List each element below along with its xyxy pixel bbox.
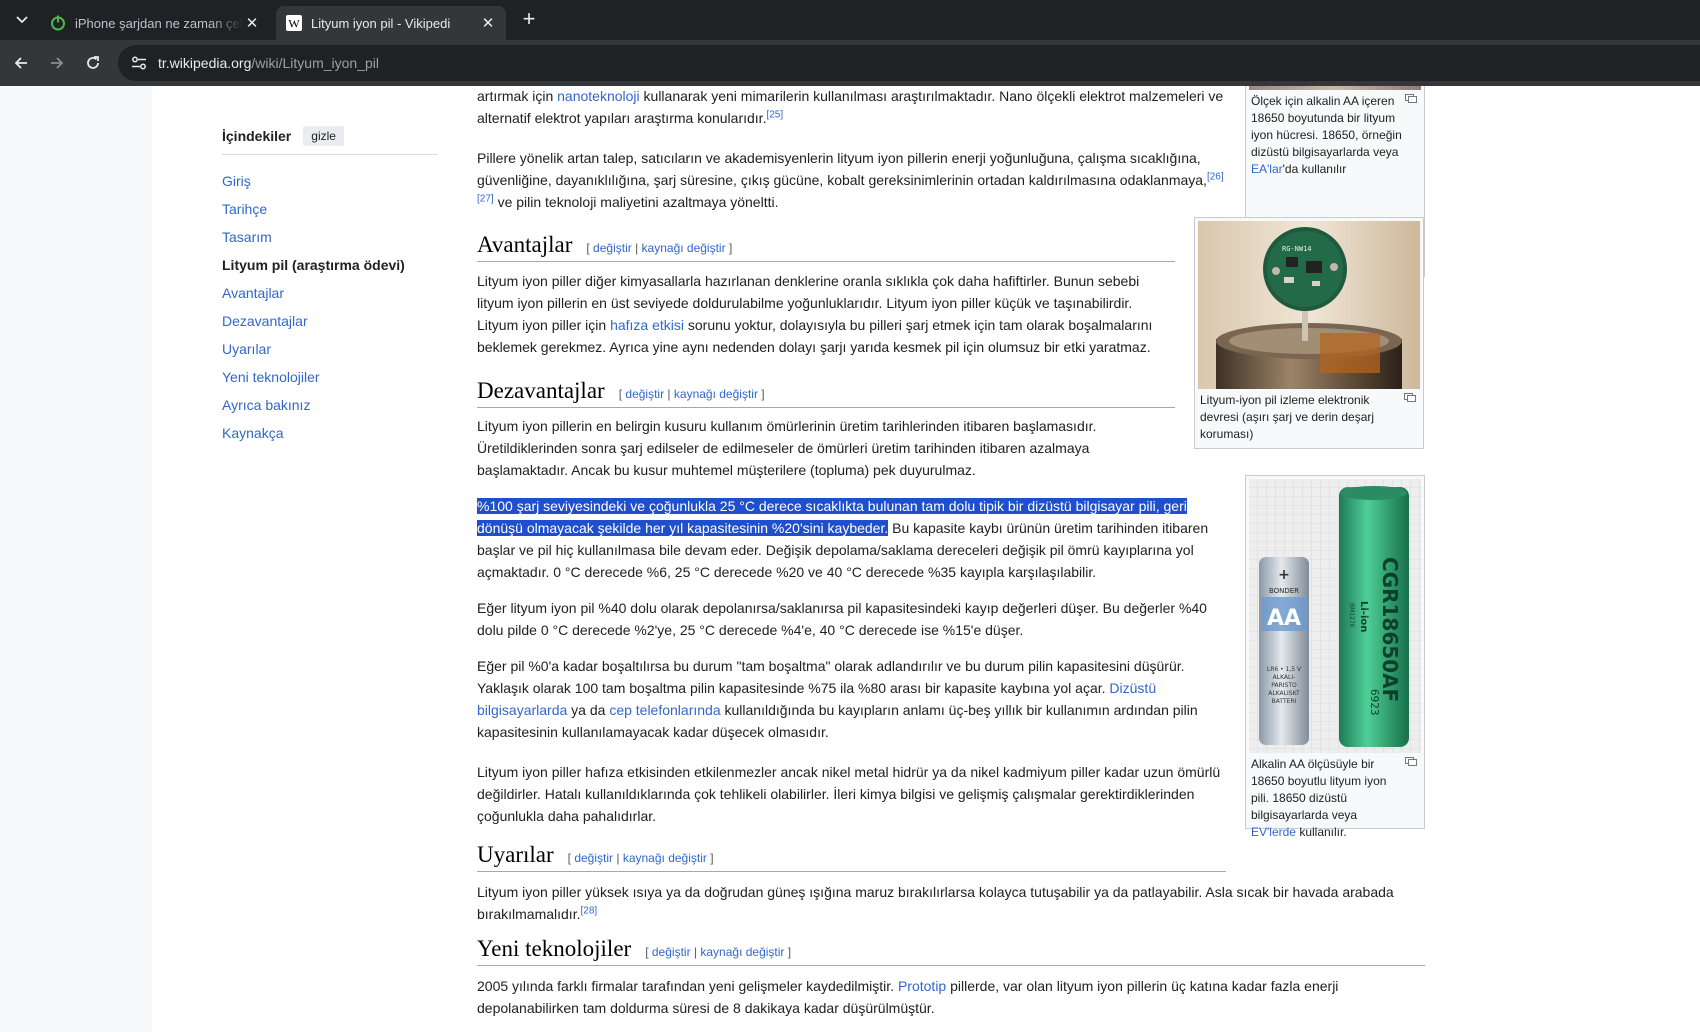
paragraph: Lityum iyon piller hafıza etkisinden etk… — [477, 764, 1221, 824]
site-info-icon[interactable] — [130, 54, 148, 72]
close-icon[interactable]: ✕ — [244, 15, 260, 32]
toc-item-uyarilar[interactable]: Uyarılar — [222, 335, 438, 363]
aa-small-text: PARISTO — [1271, 682, 1297, 689]
paragraph: %100 şarj seviyesindeki ve çoğunlukla 25… — [477, 498, 1209, 580]
toc-item-avantajlar[interactable]: Avantajlar — [222, 279, 438, 307]
aa-small-text: BATTERI — [1272, 698, 1297, 705]
reference[interactable]: [25] — [766, 109, 783, 120]
aa-plus-label: + — [1278, 567, 1290, 583]
reference[interactable]: [28] — [580, 905, 597, 916]
edit-source-link[interactable]: kaynağı değiştir — [700, 945, 784, 959]
link-ev-lerde[interactable]: EV'lerde — [1251, 825, 1296, 839]
tab-strip: iPhone şarjdan ne zaman çekilm ✕ W Lityu… — [0, 0, 1700, 40]
figure-protection-circuit: RG-NW14 Lityum-iyon pil izleme elektroni… — [1194, 217, 1424, 449]
address-bar[interactable]: tr.wikipedia.org/wiki/Lityum_iyon_pil — [118, 45, 1700, 81]
cell-batch-label: 6923 — [1368, 689, 1381, 716]
cell-model-label: CGR18650AF — [1378, 557, 1402, 702]
figure-caption: Lityum-iyon pil izleme elektronik devres… — [1198, 389, 1420, 445]
cell-sub-label: BM1270 — [1348, 603, 1355, 628]
toc-item-giris[interactable]: Giriş — [222, 167, 438, 195]
paragraph: Pillere yönelik artan talep, satıcıların… — [477, 150, 1224, 210]
aa-small-text: ALKALISKT — [1268, 690, 1300, 697]
link-hafiza-etkisi[interactable]: hafıza etkisi — [610, 317, 684, 333]
edit-source-link[interactable]: kaynağı değiştir — [642, 241, 726, 255]
toc-item-tarihce[interactable]: Tarihçe — [222, 195, 438, 223]
page-viewport: İçindekiler gizle Giriş Tarihçe Tasarım … — [0, 86, 1700, 1032]
toc-item-kaynakca[interactable]: Kaynakça — [222, 419, 438, 447]
heading-dezavantajlar: Dezavantajlar [ değiştir | kaynağı değiş… — [477, 379, 1175, 408]
reload-icon[interactable] — [82, 52, 104, 74]
aa-small-text: LR6 • 1,5 V — [1267, 666, 1302, 673]
figure-image[interactable]: + BONDER AA LR6 • 1,5 V ALKALI- PARISTO … — [1249, 479, 1421, 753]
magnify-icon[interactable] — [1405, 94, 1417, 103]
toolbar: tr.wikipedia.org/wiki/Lityum_iyon_pil — [0, 40, 1700, 86]
tab-iphone[interactable]: iPhone şarjdan ne zaman çekilm ✕ — [40, 6, 270, 40]
board-label: RG-NW14 — [1282, 245, 1312, 253]
table-of-contents: İçindekiler gizle Giriş Tarihçe Tasarım … — [222, 126, 438, 447]
edit-source-link[interactable]: kaynağı değiştir — [674, 387, 758, 401]
figure-caption: Alkalin AA ölçüsüyle bir 18650 boyutlu l… — [1249, 753, 1421, 843]
link-prototip[interactable]: Prototip — [898, 978, 946, 994]
edit-link[interactable]: değiştir — [574, 851, 613, 865]
aa-small-text: ALKALI- — [1273, 674, 1296, 681]
heading-uyarilar: Uyarılar [ değiştir | kaynağı değiştir ] — [477, 843, 1226, 872]
paragraph: 2005 yılında farklı firmalar tarafından … — [477, 978, 1339, 1016]
figure-aa-vs-18650: + BONDER AA LR6 • 1,5 V ALKALI- PARISTO … — [1245, 475, 1425, 839]
tab-list-icon[interactable] — [0, 0, 44, 40]
paragraph: Eğer pil %0'a kadar boşaltılırsa bu duru… — [477, 658, 1198, 740]
toc-item-yeni-teknolojiler[interactable]: Yeni teknolojiler — [222, 363, 438, 391]
aa-size-label: AA — [1267, 606, 1301, 631]
edit-link[interactable]: değiştir — [593, 241, 632, 255]
svg-text:W: W — [288, 17, 300, 31]
paragraph: Lityum iyon piller diğer kimyasallarla h… — [477, 273, 1153, 355]
toc-item-tasarim[interactable]: Tasarım — [222, 223, 438, 251]
toc-item-dezavantajlar[interactable]: Dezavantajlar — [222, 307, 438, 335]
figure-caption: Ölçek için alkalin AA içeren 18650 boyut… — [1249, 90, 1421, 180]
new-tab-icon[interactable]: + — [518, 8, 540, 31]
back-arrow-icon[interactable] — [10, 52, 32, 74]
paragraph: Lityum iyon pillerin en belirgin kusuru … — [477, 418, 1097, 478]
paragraph: artırmak için nanoteknoloji kullanarak y… — [477, 88, 1224, 126]
edit-source-link[interactable]: kaynağı değiştir — [623, 851, 707, 865]
wikipedia-favicon-icon: W — [286, 15, 302, 31]
toc-item-ayrica-bakiniz[interactable]: Ayrıca bakınız — [222, 391, 438, 419]
figure-image[interactable]: RG-NW14 — [1198, 221, 1420, 389]
tab-wikipedia[interactable]: W Lityum iyon pil - Vikipedi ✕ — [276, 6, 506, 40]
toc-hide-button[interactable]: gizle — [303, 126, 344, 146]
heading-yeni-teknolojiler: Yeni teknolojiler [ değiştir | kaynağı d… — [477, 937, 1425, 966]
link-nanoteknoloji[interactable]: nanoteknoloji — [557, 88, 640, 104]
aa-brand-label: BONDER — [1269, 587, 1299, 595]
link-cep-telefonlarinda[interactable]: cep telefonlarında — [609, 702, 720, 718]
magnify-icon[interactable] — [1404, 393, 1416, 402]
power-favicon-icon — [51, 15, 65, 31]
heading-avantajlar: Avantajlar [ değiştir | kaynağı değiştir… — [477, 233, 1175, 262]
url-text: tr.wikipedia.org/wiki/Lityum_iyon_pil — [158, 55, 379, 71]
edit-link[interactable]: değiştir — [652, 945, 691, 959]
tab-title: iPhone şarjdan ne zaman çekilm — [75, 15, 244, 31]
tab-title: Lityum iyon pil - Vikipedi — [311, 15, 451, 31]
toc-item-lityum-pil[interactable]: Lityum pil (araştırma ödevi) — [222, 251, 438, 279]
magnify-icon[interactable] — [1405, 757, 1417, 766]
paragraph: Lityum iyon piller yüksek ısıya ya da do… — [477, 884, 1394, 922]
edit-link[interactable]: değiştir — [625, 387, 664, 401]
forward-arrow-icon[interactable] — [46, 52, 68, 74]
toc-title: İçindekiler — [222, 128, 292, 144]
paragraph: Eğer lityum iyon pil %40 dolu olarak dep… — [477, 600, 1207, 638]
close-icon[interactable]: ✕ — [480, 15, 496, 32]
link-ea-lar[interactable]: EA'lar — [1251, 162, 1283, 176]
cell-type-label: Li-ion — [1358, 601, 1369, 632]
